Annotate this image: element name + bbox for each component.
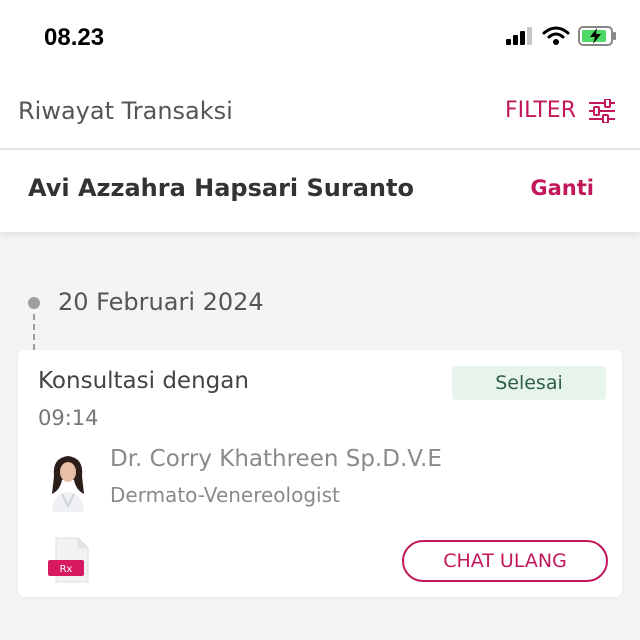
system-icons xyxy=(506,26,618,46)
signal-icon xyxy=(506,27,532,45)
consultation-title: Konsultasi dengan xyxy=(38,368,249,394)
battery-charging-icon xyxy=(578,26,616,46)
change-patient-button[interactable]: Ganti xyxy=(530,176,594,200)
patient-selector: Avi Azzahra Hapsari Suranto Ganti xyxy=(0,150,640,232)
patient-name: Avi Azzahra Hapsari Suranto xyxy=(28,174,414,202)
doctor-avatar xyxy=(46,450,90,512)
wifi-icon xyxy=(542,26,570,45)
doctor-name: Dr. Corry Khathreen Sp.D.V.E xyxy=(110,446,442,472)
timeline-dot xyxy=(28,297,40,309)
chat-again-button[interactable]: CHAT ULANG xyxy=(402,540,608,582)
status-bar: 08.23 xyxy=(0,0,640,80)
doctor-specialty: Dermato-Venereologist xyxy=(110,483,340,507)
filter-label: FILTER xyxy=(505,98,576,123)
transaction-date: 20 Februari 2024 xyxy=(58,288,264,316)
prescription-label: Rx xyxy=(60,564,73,575)
consultation-time: 09:14 xyxy=(38,406,99,430)
status-badge: Selesai xyxy=(452,366,606,400)
filter-button[interactable]: FILTER xyxy=(505,98,616,123)
status-time: 08.23 xyxy=(44,24,105,51)
app-header: Riwayat Transaksi FILTER xyxy=(0,80,640,150)
transaction-card[interactable]: Konsultasi dengan 09:14 Selesai Dr. Corr… xyxy=(18,350,622,597)
prescription-icon[interactable]: Rx xyxy=(48,536,92,584)
timeline-connector xyxy=(33,314,35,350)
sliders-icon xyxy=(589,98,615,123)
page-title: Riwayat Transaksi xyxy=(18,97,233,125)
